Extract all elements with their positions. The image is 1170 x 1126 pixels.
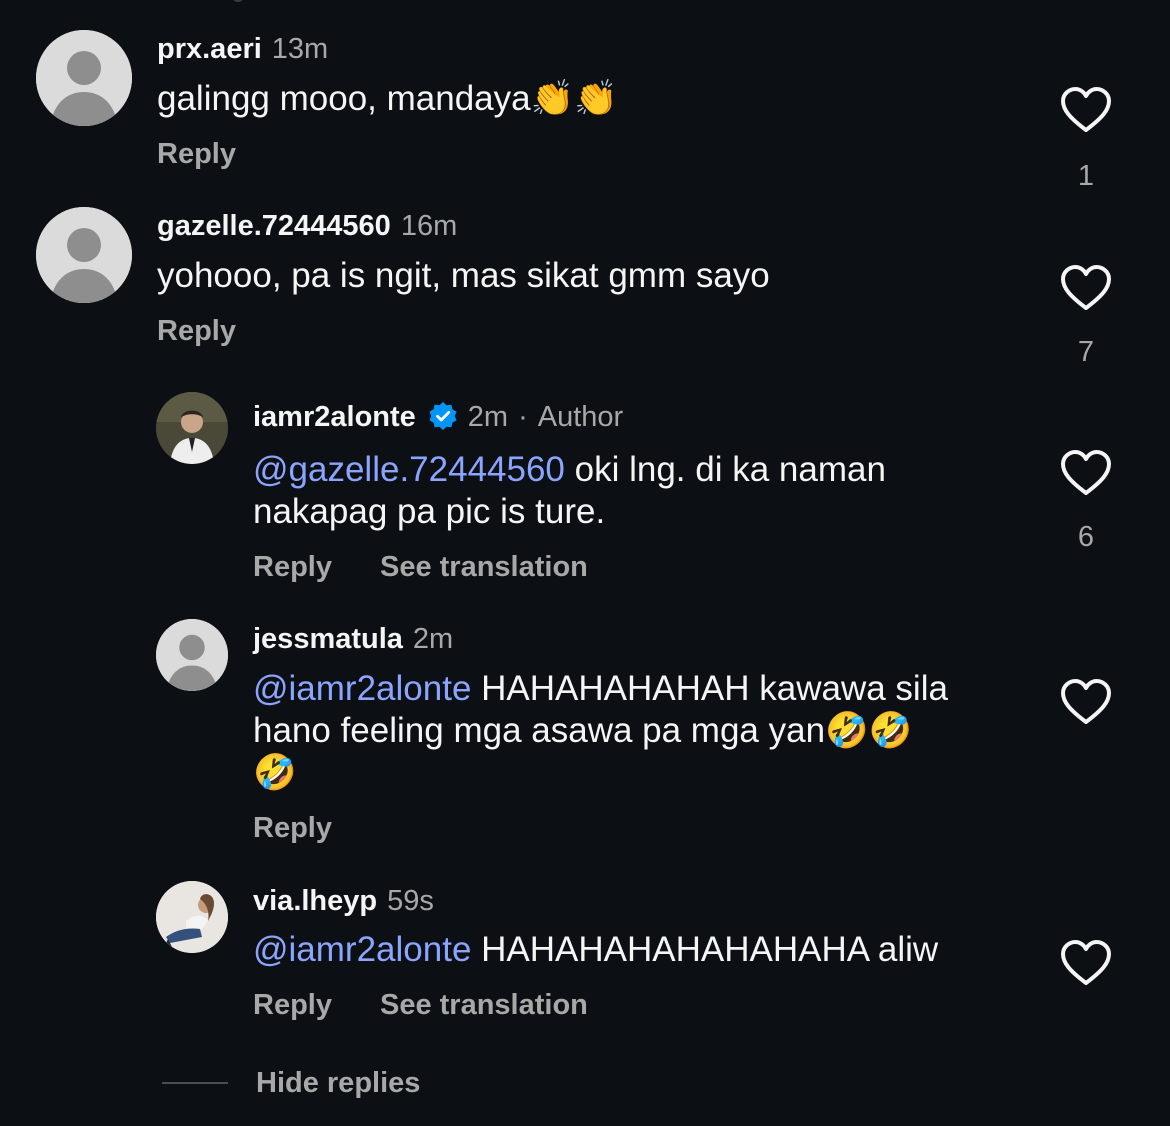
reply-button[interactable]: Reply	[253, 989, 332, 1021]
mention-link[interactable]: @iamr2alonte	[253, 930, 471, 969]
like-count: 1	[1077, 160, 1095, 192]
comment-text: galingg mooo, mandaya👏👏	[157, 78, 618, 120]
reply-button[interactable]: Reply	[253, 551, 332, 583]
comment-actions: Reply	[157, 137, 236, 171]
heart-icon[interactable]	[1060, 87, 1112, 133]
rofl-emoji: 🤣	[253, 753, 297, 793]
reply-actions: Reply See translation	[253, 550, 588, 584]
like-count: 7	[1077, 336, 1095, 368]
timestamp: 13m	[271, 33, 329, 65]
comment-header: prx.aeri 13m	[157, 32, 328, 66]
profile-photo-avatar[interactable]	[156, 881, 228, 953]
reply-button[interactable]: Reply	[157, 315, 236, 347]
reply-button[interactable]: Reply	[157, 138, 236, 170]
profile-photo-avatar[interactable]	[156, 392, 228, 464]
mention-link[interactable]: @iamr2alonte	[253, 669, 471, 708]
reply-text: @iamr2alonte HAHAHAHAHAH kawawa sila han…	[253, 668, 948, 794]
reply-body-line1: oki lng. di ka naman	[564, 450, 886, 489]
verified-badge-icon	[429, 402, 457, 430]
username[interactable]: prx.aeri	[157, 33, 262, 65]
author-label: Author	[537, 401, 624, 433]
reply-actions: Reply See translation	[253, 988, 588, 1022]
heart-icon[interactable]	[1060, 679, 1112, 725]
username[interactable]: jessmatula	[253, 623, 403, 655]
username[interactable]: gazelle.72444560	[157, 210, 391, 242]
like-count: 6	[1077, 521, 1095, 553]
comment-header: gazelle.72444560 16m	[157, 209, 457, 243]
comment-text: yohooo, pa is ngit, mas sikat gmm sayo	[157, 256, 770, 295]
username[interactable]: iamr2alonte	[253, 401, 416, 433]
clapping-hands-emoji: 👏👏	[530, 79, 618, 119]
default-avatar-icon[interactable]	[36, 207, 132, 303]
reply-body-line1: HAHAHAHAHAHAHAHA aliw	[471, 930, 939, 969]
comment-body: galingg mooo, mandaya	[157, 79, 531, 118]
rofl-emoji: 🤣🤣	[825, 711, 913, 751]
separator-dot: ·	[518, 401, 528, 433]
default-avatar-icon[interactable]	[36, 30, 132, 126]
reply-actions: Reply	[253, 811, 332, 845]
timestamp: 2m	[412, 623, 454, 655]
comment-actions: Reply	[157, 314, 236, 348]
default-avatar-icon[interactable]	[156, 619, 228, 691]
mention-link[interactable]: @gazelle.72444560	[253, 450, 565, 489]
heart-icon[interactable]	[1060, 265, 1112, 311]
timestamp: 59s	[387, 885, 434, 917]
replies-divider-line	[162, 1082, 228, 1084]
reply-button[interactable]: Reply	[253, 812, 332, 844]
see-translation-button[interactable]: See translation	[380, 989, 588, 1021]
see-translation-button[interactable]: See translation	[380, 551, 588, 583]
reply-header: via.lheyp 59s	[253, 884, 434, 918]
reply-header: iamr2alonte 2m · Author	[253, 400, 623, 434]
reply-body-line1: HAHAHAHAHAH kawawa sila	[471, 669, 948, 708]
username[interactable]: via.lheyp	[253, 885, 377, 917]
previous-item-edge	[232, 0, 244, 2]
hide-replies-button[interactable]: Hide replies	[256, 1066, 420, 1100]
heart-icon[interactable]	[1060, 450, 1112, 496]
reply-body-line2: hano feeling mga asawa pa mga yan	[253, 711, 826, 750]
reply-body-line2: nakapag pa pic is ture.	[253, 492, 606, 531]
reply-header: jessmatula 2m	[253, 622, 453, 656]
timestamp: 16m	[400, 210, 458, 242]
reply-text: @iamr2alonte HAHAHAHAHAHAHAHA aliw	[253, 929, 938, 971]
reply-text: @gazelle.72444560 oki lng. di ka naman n…	[253, 449, 886, 533]
heart-icon[interactable]	[1060, 940, 1112, 986]
timestamp: 2m	[467, 401, 509, 433]
